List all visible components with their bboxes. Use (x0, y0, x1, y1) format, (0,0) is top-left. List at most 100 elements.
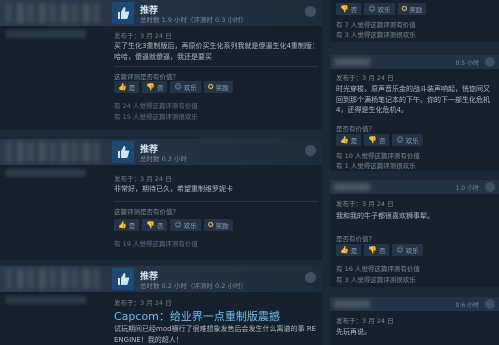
review-body: 试玩期间已经mod横行了很难想象发售后会发生什么离谱的事 RE ENGINE！我… (114, 325, 317, 344)
review-hours: 0.5 小时 (455, 60, 479, 67)
review-posted-date: 发布于：3 月 24 日 (114, 299, 172, 307)
review-header: 推荐 总时数 0.2 小时（评测时 0.2 小时） (0, 266, 322, 292)
vote-funny-label: 欢乐 (405, 137, 419, 145)
review-card: 👎 否 ☺ 欢乐 ✪ 奖励 有 7 人觉得这篇评测有价值 有 3 人觉得这篇评测很欢乐 (330, 0, 499, 42)
reviewer-name-blurred (6, 296, 86, 304)
steam-logo-icon (485, 299, 495, 309)
thumbs-down-icon: 👎 (146, 221, 155, 229)
steam-logo-icon (305, 6, 316, 17)
review-posted-date: 发布于：3 月 24 日 (114, 32, 172, 40)
review-divider (114, 66, 318, 67)
review-hours: 1.0 小时 (455, 185, 479, 192)
vote-funny-button[interactable]: ☺ 欢乐 (170, 81, 201, 93)
vote-yes-label: 是 (350, 247, 358, 255)
vote-no-button[interactable]: 👎 否 (142, 219, 168, 231)
review-card: 1.0 小时 发布于：3 月 24 日 我和我的牛子都很喜欢狮事犁。 是否有价值… (330, 180, 499, 287)
reviewer-avatar-blurred (6, 142, 102, 162)
thumbs-down-icon: 👎 (368, 136, 377, 144)
vote-yes-label: 是 (350, 137, 358, 145)
review-card: 推荐 总时数 0.2 小时（评测时 0.2 小时） 发布于：3 月 24 日 C… (0, 266, 322, 345)
award-icon: ✪ (207, 83, 214, 91)
reviewer-avatar-blurred (334, 300, 370, 308)
vote-funny-label: 欢乐 (183, 222, 197, 230)
vote-yes-button[interactable]: 👍 是 (114, 81, 140, 93)
thumbs-up-icon: 👍 (118, 221, 127, 229)
vote-yes-button[interactable]: 👍 是 (114, 219, 140, 231)
thumbs-up-icon (112, 268, 134, 290)
steam-logo-icon (305, 272, 316, 283)
vote-funny-label: 欢乐 (377, 6, 391, 14)
award-button[interactable]: ✪ 奖励 (397, 3, 427, 15)
thumbs-up-icon: 👍 (340, 246, 349, 254)
thumbs-up-icon (112, 2, 134, 24)
review-hours: 总时数 1.9 小时（评测时 0.3 小时） (140, 16, 247, 24)
award-label: 奖励 (215, 84, 229, 92)
thumbs-down-icon: 👎 (340, 5, 349, 13)
review-header: 推荐 总时数 0.3 小时 (0, 139, 322, 165)
award-button[interactable]: ✪ 奖励 (203, 81, 233, 93)
vote-funny-button[interactable]: ☺ 欢乐 (364, 3, 395, 15)
thumbs-up-icon: 👍 (118, 83, 127, 91)
smile-icon: ☺ (396, 246, 404, 254)
review-body: 买了生化3重制版后，再原价买生化系列我就是傻逼生化4重制版：哈哈，傻逼就傻逼，我… (114, 42, 319, 61)
vote-yes-button[interactable]: 👍 是 (336, 134, 362, 146)
smile-icon: ☺ (368, 5, 376, 13)
award-label: 奖励 (409, 6, 423, 14)
smile-icon: ☺ (174, 83, 182, 91)
helpful-count: 有 7 人觉得这篇评测有价值 (336, 21, 416, 29)
review-title: Capcom：给业界一点重制版震撼 (114, 310, 280, 323)
review-card: 推荐 总时数 1.9 小时（评测时 0.3 小时） 发布于：3 月 24 日 买… (0, 0, 322, 130)
review-column-left: 推荐 总时数 1.9 小时（评测时 0.3 小时） 发布于：3 月 24 日 买… (0, 0, 328, 345)
helpful-count: 有 19 人觉得这篇评测有价值 (114, 240, 198, 248)
funny-count: 有 3 人觉得这篇评测很欢乐 (336, 276, 416, 284)
vote-no-label: 否 (378, 137, 386, 145)
review-hours: 总时数 0.3 小时 (140, 155, 187, 163)
review-column-right: 👎 否 ☺ 欢乐 ✪ 奖励 有 7 人觉得这篇评测有价值 有 3 人觉得这篇评测很欢乐… (330, 0, 499, 345)
review-header: 0.6 小时 (330, 297, 499, 311)
review-posted-date: 发布于：3 月 24 日 (336, 317, 394, 325)
vote-funny-button[interactable]: ☺ 欢乐 (392, 244, 423, 256)
funny-count: 有 1 人觉得这篇评测很欢乐 (336, 162, 416, 170)
vote-no-button[interactable]: 👎 否 (364, 244, 390, 256)
vote-yes-button[interactable]: 👍 是 (336, 244, 362, 256)
vote-no-button[interactable]: 👎 否 (336, 3, 362, 15)
steam-logo-icon (485, 57, 495, 67)
smile-icon: ☺ (396, 136, 404, 144)
review-posted-date: 发布于：3 月 24 日 (336, 74, 394, 82)
steam-logo-icon (485, 182, 495, 192)
vote-no-button[interactable]: 👎 否 (142, 81, 168, 93)
helpful-count: 有 10 人觉得这篇评测有价值 (336, 152, 420, 160)
funny-count: 有 3 人觉得这篇评测很欢乐 (336, 31, 416, 39)
vote-funny-label: 欢乐 (405, 247, 419, 255)
steam-logo-icon (305, 145, 316, 156)
award-button[interactable]: ✪ 奖励 (203, 219, 233, 231)
review-posted-date: 发布于：3 月 24 日 (114, 175, 172, 183)
vote-no-label: 否 (350, 6, 358, 14)
reviewer-avatar-blurred (6, 269, 102, 289)
vote-funny-button[interactable]: ☺ 欢乐 (392, 134, 423, 146)
vote-funny-button[interactable]: ☺ 欢乐 (170, 219, 201, 231)
review-hours: 总时数 0.2 小时（评测时 0.2 小时） (140, 282, 247, 290)
vote-no-label: 否 (156, 222, 164, 230)
review-body: 时光穿梭，原声音乐金的战斗装声响起，恍惚间又回到那个满杨笔记本的下午。你的下一部… (336, 85, 490, 114)
helpful-question: 这篇评测是否有价值？ (114, 208, 179, 216)
helpful-count: 有 16 人觉得这篇评测有价值 (336, 265, 420, 273)
thumbs-down-icon: 👎 (146, 83, 155, 91)
vote-buttons: 👎 否 ☺ 欢乐 ✪ 奖励 (336, 3, 427, 15)
funny-count: 有 15 人觉得这篇评测很欢乐 (114, 113, 198, 121)
award-icon: ✪ (207, 221, 214, 229)
award-icon: ✪ (401, 5, 408, 13)
vote-no-label: 否 (378, 247, 386, 255)
reviewer-avatar-blurred (334, 58, 370, 66)
award-label: 奖励 (215, 222, 229, 230)
helpful-count: 有 24 人觉得这篇评测有价值 (114, 102, 198, 110)
vote-no-button[interactable]: 👎 否 (364, 134, 390, 146)
review-posted-date: 发布于：3 月 24 日 (336, 200, 394, 208)
vote-funny-label: 欢乐 (183, 84, 197, 92)
vote-buttons: 👍 是 👎 否 ☺ 欢乐 ✪ 奖励 (114, 81, 233, 93)
helpful-question: 是否有价值？ (336, 235, 375, 243)
thumbs-up-icon: 👍 (340, 136, 349, 144)
reviewer-name-blurred (6, 30, 86, 38)
review-body: 非常好，期待已久，希望重制维罗妮卡 (114, 185, 233, 193)
review-card: 0.6 小时 发布于：3 月 24 日 先玩再说。 (330, 297, 499, 345)
